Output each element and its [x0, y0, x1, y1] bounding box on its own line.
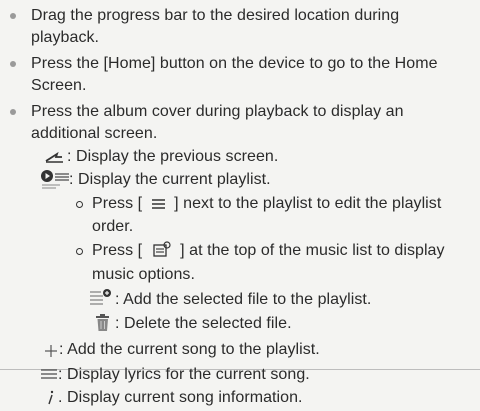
lyrics-icon	[40, 367, 58, 385]
add-icon	[44, 344, 58, 363]
music-options-line-1: Press [ ] at the top of the music list t…	[92, 240, 445, 264]
back-arrow-icon	[44, 150, 64, 168]
music-options-suffix: ] at the top of the music list to displa…	[180, 242, 445, 259]
playlist-icon	[40, 169, 70, 194]
bullet-home-line-2: Screen.	[31, 77, 87, 94]
bullet-album-line-2: additional screen.	[31, 125, 158, 142]
edit-order-prefix: Press [	[92, 195, 143, 212]
add-song-description: : Add the current song to the playlist.	[59, 341, 320, 358]
bullet-drag-line-2: playback.	[31, 29, 100, 46]
edit-order-suffix: ] next to the playlist to edit the playl…	[174, 195, 442, 212]
lyrics-description: : Display lyrics for the current song.	[58, 366, 310, 383]
edit-order-line-2: order.	[92, 218, 134, 235]
edit-order-line-1: Press [ ] next to the playlist to edit t…	[92, 193, 441, 217]
back-description: : Display the previous screen.	[67, 148, 279, 165]
menu-icon	[151, 195, 166, 217]
bullet-home-line-1: Press the [Home] button on the device to…	[31, 55, 438, 72]
add-file-description: : Add the selected file to the playlist.	[115, 291, 372, 308]
info-icon	[46, 389, 56, 410]
trash-icon	[95, 314, 111, 337]
sub-bullet-marker	[76, 201, 83, 208]
music-options-line-2: music options.	[92, 266, 195, 283]
bullet-drag-line-1: Drag the progress bar to the desired loc…	[31, 7, 400, 24]
bullet-marker	[10, 109, 16, 115]
delete-description: : Delete the selected file.	[115, 315, 292, 332]
sub-bullet-marker	[76, 248, 83, 255]
playlist-description: : Display the current playlist.	[69, 171, 271, 188]
add-to-playlist-icon	[89, 288, 115, 313]
info-description: . Display current song information.	[58, 389, 303, 406]
bullet-marker	[10, 61, 16, 67]
music-options-prefix: Press [	[92, 242, 143, 259]
bullet-marker	[10, 13, 16, 19]
bullet-album-line-1: Press the album cover during playback to…	[31, 103, 404, 120]
music-options-icon	[152, 241, 171, 264]
manual-page: Drag the progress bar to the desired loc…	[0, 0, 480, 411]
